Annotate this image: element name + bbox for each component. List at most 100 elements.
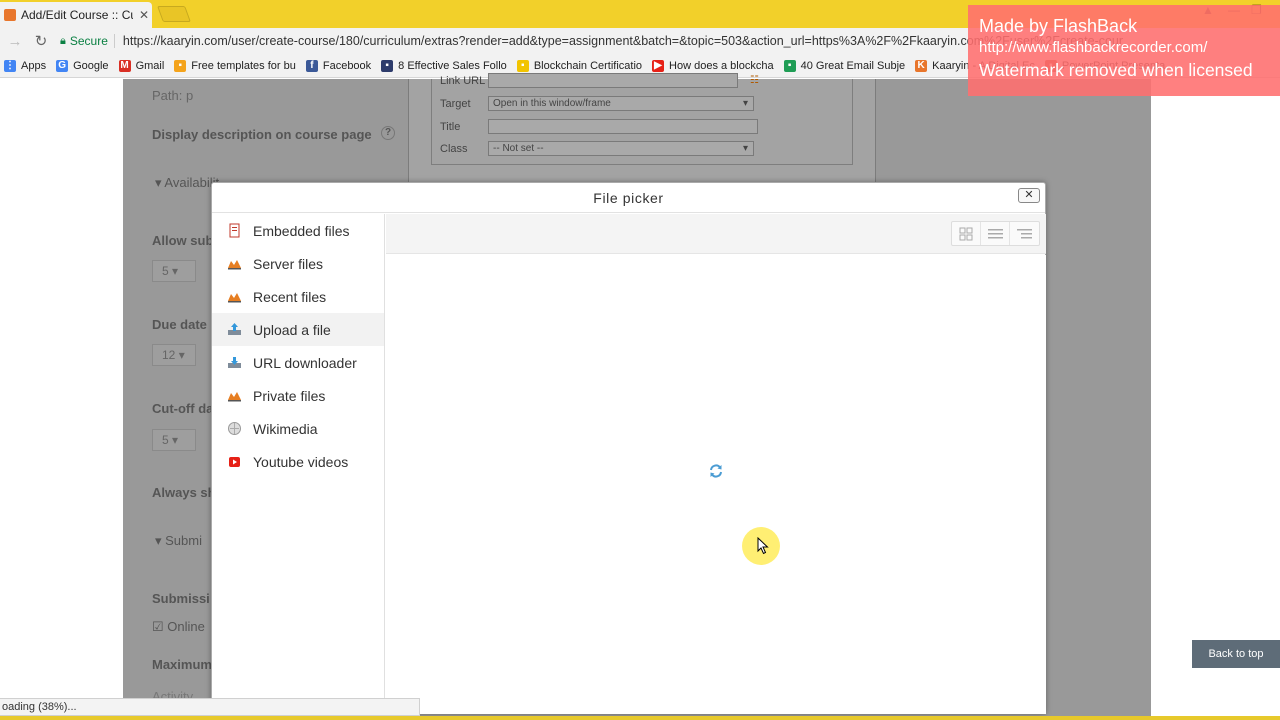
cutoff-date-day-select[interactable]: 5 ▾ xyxy=(152,429,196,451)
omnibox[interactable]: 🔒︎ Secure https://kaaryin.com/user/creat… xyxy=(60,31,1123,51)
bookmark-item[interactable]: ⋮ Apps xyxy=(4,59,47,72)
bookmark-label: 8 Effective Sales Follo xyxy=(398,59,507,72)
url-downloader-icon xyxy=(227,355,242,370)
class-select[interactable]: -- Not set -- ▾ xyxy=(488,141,754,156)
bookmark-item[interactable]: G Google xyxy=(56,59,109,72)
bookmark-label: Apps xyxy=(21,59,47,72)
youtube-icon: ▶ xyxy=(652,59,665,72)
bookmark-label: 40 Great Email Subje xyxy=(800,59,906,72)
bookmark-label: Free templates for bu xyxy=(191,59,296,72)
wikimedia-icon xyxy=(227,421,242,436)
bookmark-item[interactable]: ▪ Free templates for bu xyxy=(174,59,296,72)
bookmark-item[interactable]: ▶ How does a blockcha xyxy=(652,59,774,72)
mouse-cursor-icon xyxy=(757,536,769,558)
bookmark-item[interactable]: f Facebook xyxy=(305,59,371,72)
kaaryin-icon: K xyxy=(915,59,928,72)
repository-item[interactable]: Upload a file xyxy=(212,313,384,346)
repository-label: Embedded files xyxy=(253,222,350,239)
forward-arrow-icon[interactable]: → xyxy=(4,33,26,50)
always-show-label: Always sh xyxy=(152,485,216,500)
list-view-icon[interactable] xyxy=(981,222,1010,245)
repository-label: Wikimedia xyxy=(253,420,318,437)
view-mode-group xyxy=(951,221,1040,246)
recent-files-icon xyxy=(227,289,242,304)
google-icon: G xyxy=(56,59,69,72)
bookmark-item[interactable]: ▪ Blockchain Certificatio xyxy=(516,59,643,72)
bookmark-item[interactable]: M Gmail xyxy=(118,59,165,72)
title-label: Title xyxy=(440,121,461,133)
link-editor-fieldset: Link URL ☷ Target Open in this window/fr… xyxy=(431,73,853,165)
repository-item[interactable]: Recent files xyxy=(212,280,384,313)
close-icon[interactable]: ✕ xyxy=(1018,188,1040,203)
repository-label: Recent files xyxy=(253,288,327,305)
file-picker-dialog: File picker ✕ Embedded files Server files… xyxy=(211,182,1046,714)
target-select[interactable]: Open in this window/frame ▾ xyxy=(488,96,754,111)
allow-submissions-label: Allow sub xyxy=(152,233,214,248)
submission-types-label: Submi xyxy=(165,533,202,548)
path-text: Path: p xyxy=(152,88,194,103)
cutoff-date-label: Cut-off da xyxy=(152,401,214,416)
submission-label: Submissi xyxy=(152,591,210,606)
repository-label: Youtube videos xyxy=(253,453,349,470)
due-date-day-select[interactable]: 12 ▾ xyxy=(152,344,196,366)
bookmark-icon: ▪ xyxy=(381,59,394,72)
url-separator xyxy=(113,34,115,48)
repository-item[interactable]: Youtube videos xyxy=(212,445,384,478)
bookmark-item[interactable]: ▪ 40 Great Email Subje xyxy=(783,59,906,72)
recorder-watermark: Made by FlashBack http://www.flashbackre… xyxy=(968,5,1280,96)
repository-item[interactable]: Embedded files xyxy=(212,214,384,247)
submission-types-toggle[interactable]: ▾ Submi xyxy=(155,533,202,549)
bookmark-icon: ▪ xyxy=(783,59,796,72)
tree-view-icon[interactable] xyxy=(1010,222,1039,245)
reload-icon[interactable]: ↻ xyxy=(30,32,52,50)
browse-link-icon[interactable]: ☷ xyxy=(750,75,759,86)
youtube-icon xyxy=(227,454,242,469)
link-url-input[interactable] xyxy=(488,73,738,88)
repository-item[interactable]: Private files xyxy=(212,379,384,412)
repository-label: Private files xyxy=(253,387,326,404)
bookmark-label: Gmail xyxy=(135,59,165,72)
bookmark-item[interactable]: ▪ 8 Effective Sales Follo xyxy=(381,59,507,72)
gmail-icon: M xyxy=(118,59,131,72)
back-to-top-button[interactable]: Back to top xyxy=(1192,640,1280,668)
target-label: Target xyxy=(440,98,471,110)
server-files-icon xyxy=(227,256,242,271)
browser-tab[interactable]: Add/Edit Course :: Curric ✕ xyxy=(0,2,152,28)
private-files-icon xyxy=(227,388,242,403)
tab-title: Add/Edit Course :: Curric xyxy=(21,8,133,22)
help-icon[interactable]: ? xyxy=(381,126,395,140)
repository-item[interactable]: URL downloader xyxy=(212,346,384,379)
file-picker-toolbar xyxy=(386,214,1046,254)
bookmark-icon: ▪ xyxy=(516,59,529,72)
status-bar: oading (38%)... xyxy=(0,698,420,716)
secure-label: Secure xyxy=(69,34,108,48)
display-description-label: Display description on course page xyxy=(152,127,372,142)
bookmark-icon: ▪ xyxy=(174,59,187,72)
watermark-url: http://www.flashbackrecorder.com/ xyxy=(979,39,1208,56)
title-input[interactable] xyxy=(488,119,758,134)
watermark-notice: Watermark removed when licensed xyxy=(979,60,1253,80)
online-checkbox[interactable]: ☑ Online xyxy=(152,619,205,635)
icons-view-icon[interactable] xyxy=(952,222,981,245)
online-label: Online xyxy=(167,619,205,634)
link-url-label: Link URL xyxy=(440,75,486,87)
new-tab-button[interactable] xyxy=(157,6,191,22)
tab-close-icon[interactable]: ✕ xyxy=(139,8,149,22)
allow-submissions-day-select[interactable]: 5 ▾ xyxy=(152,260,196,282)
repository-item[interactable]: Server files xyxy=(212,247,384,280)
link-editor-dialog: Link URL ☷ Target Open in this window/fr… xyxy=(408,73,876,183)
embedded-files-icon xyxy=(227,223,242,238)
bookmark-label: How does a blockcha xyxy=(669,59,774,72)
availability-toggle[interactable]: ▾ Availabilit xyxy=(155,175,219,191)
file-picker-content xyxy=(386,255,1046,714)
bookmark-label: Blockchain Certificatio xyxy=(533,59,643,72)
class-label: Class xyxy=(440,143,468,155)
repository-list: Embedded files Server files Recent files Up… xyxy=(212,214,385,714)
due-date-label: Due date xyxy=(152,317,207,332)
bookmark-label: Google xyxy=(73,59,109,72)
repository-label: Server files xyxy=(253,255,324,272)
file-picker-title: File picker xyxy=(212,183,1045,213)
kaaryin-favicon-icon xyxy=(4,9,16,21)
repository-item[interactable]: Wikimedia xyxy=(212,412,384,445)
watermark-title: Made by FlashBack xyxy=(979,16,1138,36)
